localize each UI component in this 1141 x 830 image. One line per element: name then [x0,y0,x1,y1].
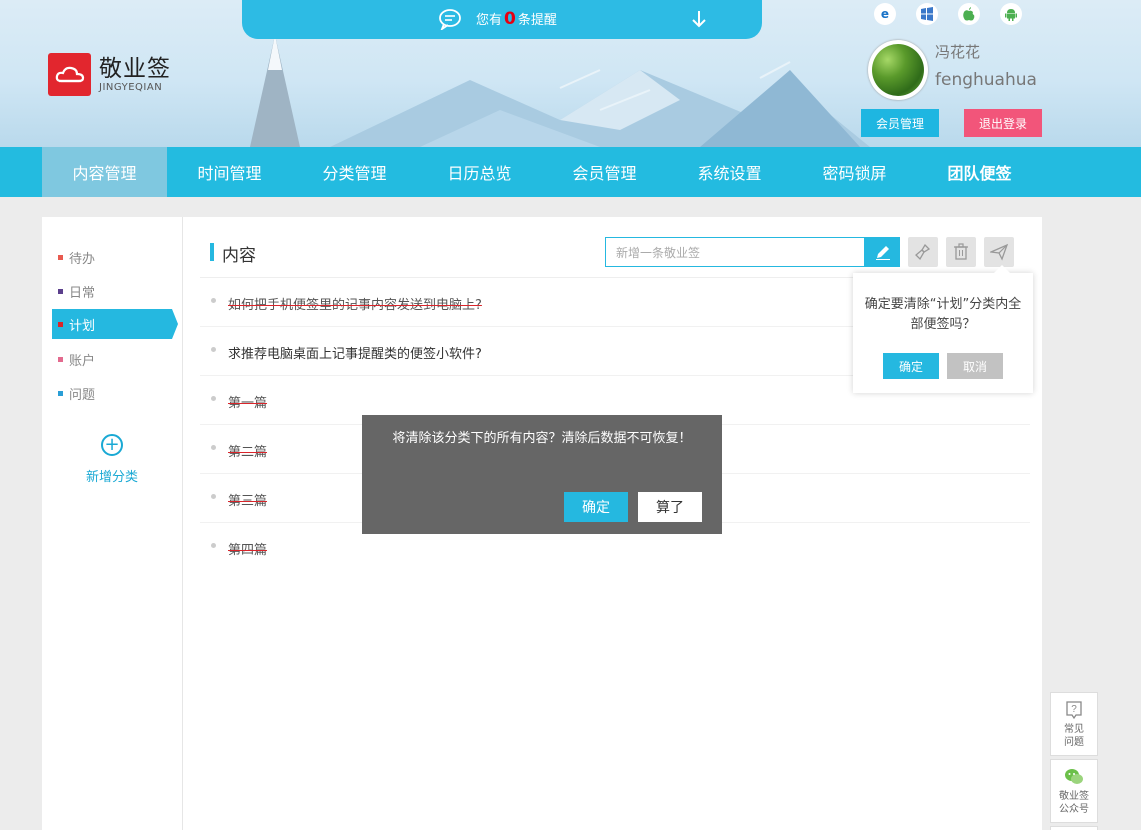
wechat-label: 敬业签公众号 [1059,791,1089,815]
question-icon: ? [1064,700,1084,720]
ie-icon[interactable]: e [874,3,896,25]
brand-name: 敬业签 [99,55,171,82]
title-accent-bar [210,243,214,261]
category-item-account[interactable]: 账户 [52,344,172,374]
category-label: 问题 [69,387,96,403]
category-sidebar: 待办 日常 计划 账户 问题 + 新增分类 [42,217,183,830]
bullet [211,494,216,499]
category-label: 待办 [69,251,96,267]
note-text: 第四篇 [228,543,268,558]
chat-bubble-icon [438,8,462,34]
category-label: 计划 [69,318,96,334]
category-item-todo[interactable]: 待办 [52,242,172,272]
clear-confirm-dialog: 将清除该分类下的所有内容？清除后数据不可恢复！ 确定 算了 [362,415,722,534]
nav-time-manage[interactable]: 时间管理 [167,147,292,197]
dialog-cancel-button[interactable]: 算了 [638,492,702,522]
main-nav: 内容管理 时间管理 分类管理 日历总览 会员管理 系统设置 密码锁屏 团队便签 [0,147,1141,197]
note-text: 求推荐电脑桌面上记事提醒类的便签小软件? [228,347,482,362]
category-color-dot [58,356,63,362]
category-item-daily[interactable]: 日常 [52,276,172,306]
arrow-down-icon[interactable] [690,9,708,33]
nav-content-manage[interactable]: 内容管理 [42,147,167,197]
nav-category-manage[interactable]: 分类管理 [292,147,417,197]
note-text: 第一篇 [228,396,268,411]
svg-text:?: ? [1071,704,1077,715]
add-category-button[interactable]: + 新增分类 [82,434,142,485]
note-text: 第三篇 [228,494,268,509]
send-icon[interactable] [984,237,1014,267]
popover-confirm-button[interactable]: 确定 [883,353,939,379]
reminder-banner[interactable]: 您有 0 条提醒 [242,0,762,39]
user-id: fenghuahua [935,70,1037,90]
note-text: 第二篇 [228,445,268,460]
header: 敬业签 JINGYEQIAN 您有 0 条提醒 e 冯花花 fenghuahua… [0,0,1141,147]
category-label: 日常 [69,285,96,301]
logout-button[interactable]: 退出登录 [964,109,1042,137]
android-icon[interactable] [1000,3,1022,25]
wechat-button[interactable]: 敬业签公众号 [1050,759,1098,823]
dialog-message: 将清除该分类下的所有内容？清除后数据不可恢复！ [392,431,692,446]
faq-button[interactable]: ? 常见问题 [1050,692,1098,756]
category-label: 账户 [69,353,96,369]
pen-icon[interactable] [865,237,900,267]
page-title: 内容 [222,246,256,266]
faq-label: 常见问题 [1064,724,1084,748]
new-note-input[interactable]: 新增一条敬业签 [605,237,865,267]
add-category-label: 新增分类 [85,470,138,485]
windows-icon[interactable] [916,3,938,25]
logo-cloud-icon [48,53,91,96]
apple-icon[interactable] [958,3,980,25]
nav-calendar-overview[interactable]: 日历总览 [417,147,542,197]
category-item-plan[interactable]: 计划 [52,309,178,339]
bullet [211,347,216,352]
bullet [211,543,216,548]
note-text: 如何把手机便签里的记事内容发送到电脑上? [228,298,482,313]
dialog-confirm-button[interactable]: 确定 [564,492,628,522]
clear-category-popover: 确定要清除“计划”分类内全部便签吗？ 确定 取消 [853,265,1033,393]
category-color-dot [58,390,63,396]
member-manage-button[interactable]: 会员管理 [861,109,939,137]
logo[interactable]: 敬业签 JINGYEQIAN [48,53,171,96]
category-color-dot [58,254,63,260]
bullet [211,298,216,303]
user-name: 冯花花 [935,43,981,61]
plus-icon: + [101,434,123,456]
bullet [211,445,216,450]
avatar[interactable] [868,40,928,100]
popover-message: 确定要清除“计划”分类内全部便签吗？ [864,297,1022,332]
wechat-icon [1064,767,1084,787]
nav-member-manage[interactable]: 会员管理 [542,147,667,197]
reminder-text: 您有 0 条提醒 [476,9,557,29]
nav-system-settings[interactable]: 系统设置 [667,147,792,197]
float-button-partial[interactable] [1050,826,1098,830]
category-color-dot [58,288,63,294]
brand-name-en: JINGYEQIAN [99,81,163,93]
category-item-question[interactable]: 问题 [52,378,172,408]
broom-icon[interactable] [908,237,938,267]
trash-icon[interactable] [946,237,976,267]
bullet [211,396,216,401]
platform-links: e [874,3,1042,25]
popover-cancel-button[interactable]: 取消 [947,353,1003,379]
category-color-dot [58,321,63,327]
nav-team-notes[interactable]: 团队便签 [917,147,1042,197]
reminder-count: 0 [504,9,516,29]
nav-password-lock[interactable]: 密码锁屏 [792,147,917,197]
